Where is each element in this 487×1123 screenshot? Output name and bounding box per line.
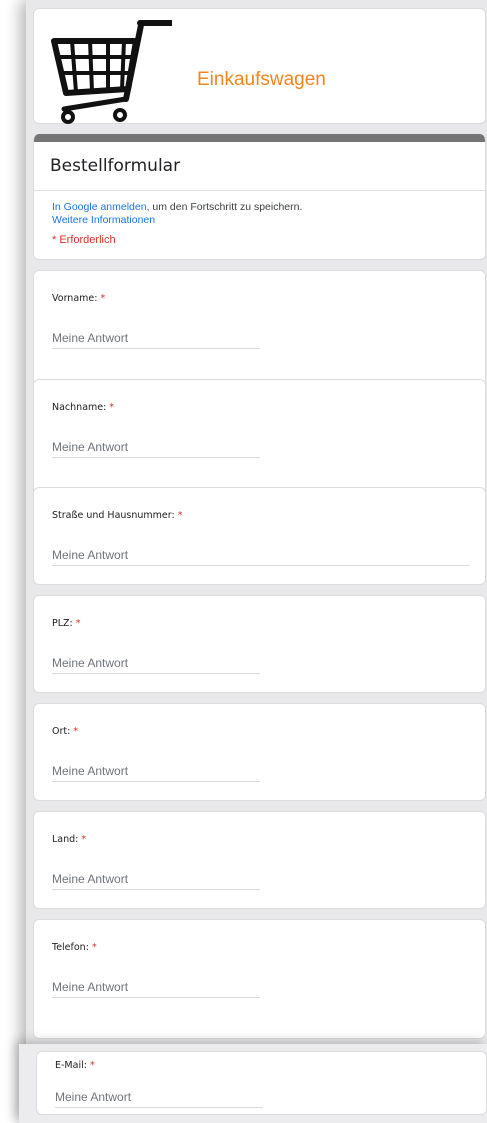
more-info-link[interactable]: Weitere Informationen [52, 214, 155, 226]
required-note: * Erforderlich [52, 234, 116, 246]
vorname-input[interactable] [52, 327, 260, 349]
question-ort: Ort: * [33, 703, 486, 801]
question-email: E-Mail: * [36, 1051, 487, 1115]
question-plz: PLZ: * [33, 595, 486, 693]
required-star: * [89, 1060, 95, 1071]
question-label: PLZ: * [52, 618, 81, 629]
form-title: Bestellformular [50, 156, 181, 176]
required-star: * [109, 402, 115, 413]
required-star: * [91, 942, 97, 953]
signin-notice: In Google anmelden, um den Fortschritt z… [52, 201, 302, 227]
email-input[interactable] [55, 1086, 263, 1108]
plz-input[interactable] [52, 652, 260, 674]
question-label: Ort: * [52, 726, 79, 737]
required-star: * [75, 618, 81, 629]
question-label: Nachname: * [52, 402, 115, 413]
signin-text: , um den Fortschritt zu speichern. [146, 201, 303, 213]
form-divider [34, 190, 485, 191]
strasse-input[interactable] [52, 544, 470, 566]
required-star: * [100, 293, 106, 304]
brand-title: Einkaufswagen [197, 69, 326, 90]
telefon-input[interactable] [52, 976, 260, 998]
required-star: * [73, 726, 79, 737]
question-label: E-Mail: * [55, 1060, 95, 1071]
question-label: Telefon: * [52, 942, 97, 953]
ort-input[interactable] [52, 760, 260, 782]
question-label: Land: * [52, 834, 87, 845]
question-label: Straße und Hausnummer: * [52, 510, 183, 521]
form-accent-bar [34, 134, 485, 142]
required-star: * [177, 510, 183, 521]
header-card: Einkaufswagen [33, 8, 486, 124]
form-header-card: Bestellformular In Google anmelden, um d… [33, 134, 486, 260]
google-signin-link[interactable]: In Google anmelden [52, 201, 147, 213]
question-vorname: Vorname: * [33, 270, 486, 386]
question-land: Land: * [33, 811, 486, 909]
required-star: * [81, 834, 87, 845]
question-nachname: Nachname: * [33, 379, 486, 495]
question-strasse: Straße und Hausnummer: * [33, 487, 486, 585]
nachname-input[interactable] [52, 436, 260, 458]
land-input[interactable] [52, 868, 260, 890]
shopping-cart-icon [51, 20, 172, 124]
question-telefon: Telefon: * [33, 919, 486, 1039]
question-label: Vorname: * [52, 293, 106, 304]
